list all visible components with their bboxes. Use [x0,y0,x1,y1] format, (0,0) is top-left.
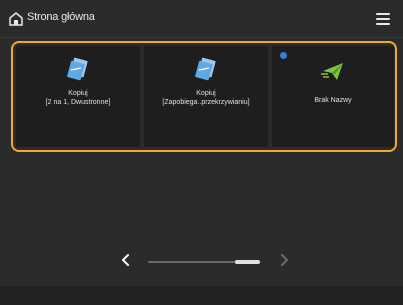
copy-icon [195,57,216,81]
tile-copy-skew-correction[interactable]: Kopiuj [Zapobiega..przekrzywianiu] [144,46,268,147]
chevron-right-icon[interactable] [279,253,289,267]
send-fax-icon [321,63,343,80]
tile-label-line1: Kopiuj [196,90,216,97]
status-indicator-dot [280,52,287,59]
tile-label-line2: [2 na 1, Dwustronne] [45,99,111,106]
tile-label-line1: Brak Nazwy [314,97,352,104]
shortcut-tiles-area: Kopiuj [2 na 1, Dwustronne] Kopiuj [Zapo… [11,41,397,152]
top-bar: Strona główna [0,0,403,38]
page-title: Strona główna [27,11,95,23]
bottom-bar [0,286,403,305]
page-indicator-thumb [235,260,260,264]
tile-copy-2on1-duplex[interactable]: Kopiuj [2 na 1, Dwustronne] [16,46,140,147]
home-icon[interactable] [9,12,23,26]
home-screen: Strona główna Kopiuj [2 na 1, Dwustronne… [0,0,403,305]
copy-icon [67,57,88,81]
tile-no-name[interactable]: Brak Nazwy [272,46,394,147]
page-navigation [0,250,403,274]
hamburger-menu-icon[interactable] [376,13,390,25]
chevron-left-icon[interactable] [121,253,131,267]
tile-label-line1: Kopiuj [68,90,88,97]
tile-label-line2: [Zapobiega..przekrzywianiu] [162,99,250,106]
